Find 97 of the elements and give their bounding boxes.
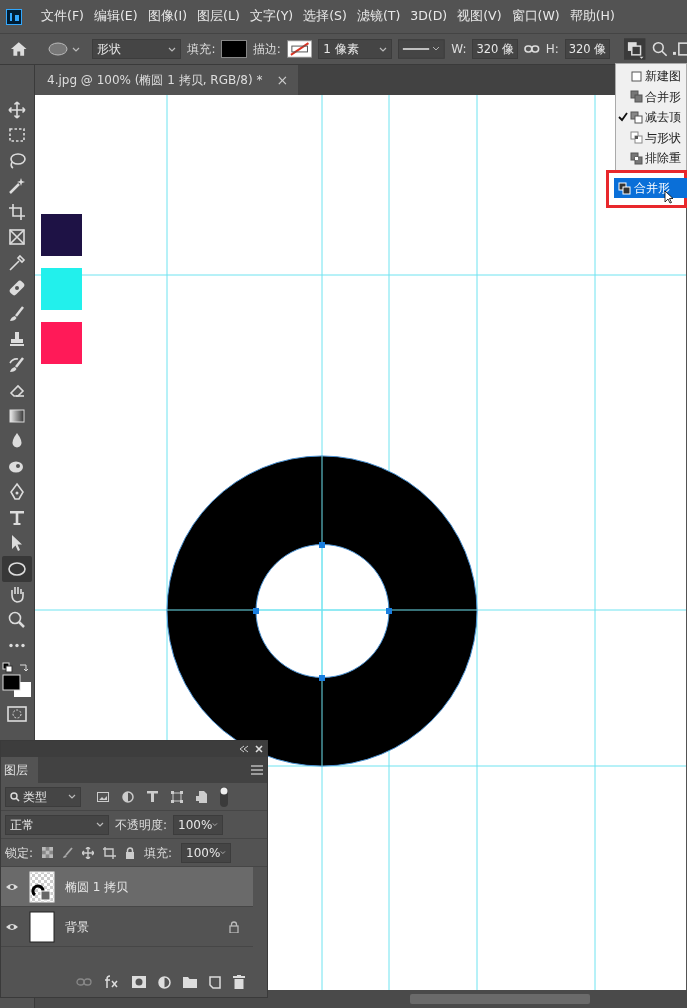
eye-icon[interactable] [5,881,19,892]
fill-label: 填充: [144,844,173,862]
stroke-label: 描边: [252,41,281,58]
scrollbar-thumb[interactable] [410,994,590,1004]
color-swatches-drawing[interactable] [2,662,32,698]
width-label: W: [451,41,467,58]
fill-swatch[interactable] [221,40,247,58]
shape-filter-icon[interactable] [171,790,183,803]
shape-operation-icon [630,151,643,165]
menu-item[interactable]: 排除重 [616,148,686,169]
stroke-width-dropdown[interactable]: 1 像素 [318,39,393,59]
eyedropper-icon [7,252,27,273]
menu-item[interactable]: 滤镜(T) [351,7,406,26]
menu-item[interactable]: 文件(F) [36,7,89,26]
lock-all-icon[interactable] [125,846,136,859]
close-tab-button[interactable]: × [276,69,289,91]
layer-row[interactable]: 椭圆 1 拷贝 [1,867,253,907]
search-icon[interactable] [651,41,668,57]
effects-icon[interactable] [104,975,120,989]
fill-input[interactable]: 100% [181,842,232,863]
shape-operation-icon [630,131,643,145]
menu-item[interactable]: 窗口(W) [506,7,565,26]
eye-icon[interactable] [5,921,19,932]
image-filter-icon[interactable] [97,791,109,802]
menu-item[interactable]: 编辑(E) [88,7,143,26]
shape-operation-icon [630,110,643,124]
more-icon [8,642,26,648]
caret-icon [212,821,219,828]
fill-label: 填充: [187,41,216,58]
ellipse-shape-icon[interactable] [47,42,68,56]
panel-icon[interactable] [673,41,687,57]
menu-item[interactable]: 视图(V) [452,7,507,26]
layer-thumbnail [29,910,55,943]
height-label: H: [545,41,559,58]
caret-icon [96,821,104,828]
width-input[interactable]: 320 像 [472,39,519,59]
caret-icon [379,45,388,53]
adjustment-filter-icon[interactable] [122,790,134,803]
frame-tool-icon [7,227,27,248]
quick-mask-icon[interactable] [7,706,27,722]
menu-item[interactable]: 帮助(H) [564,7,620,26]
caret-icon[interactable] [71,45,80,53]
pen-tool-icon [7,482,27,503]
lock-transparency-icon[interactable] [42,847,54,858]
lock-brush-icon[interactable] [62,846,74,859]
menu-item[interactable]: 文字(Y) [244,7,299,26]
collapse-icon[interactable] [239,745,249,753]
menu-item[interactable]: 图像(I) [142,7,193,26]
zoom-icon [7,609,27,630]
stroke-swatch[interactable] [286,40,313,58]
line-style-dropdown[interactable] [398,39,446,59]
new-layer-icon[interactable] [209,975,221,989]
document-tab[interactable]: 4.jpg @ 100% (椭圆 1 拷贝, RGB/8) * × [35,65,299,95]
lock-artboard-icon[interactable] [103,846,117,859]
mask-icon[interactable] [132,976,146,988]
filter-toggle[interactable] [220,786,228,807]
menu-item[interactable]: 选择(S) [298,7,352,26]
menu-item[interactable]: 新建图 [616,66,686,87]
caret-icon [168,45,177,53]
lasso-tool-icon [7,150,27,171]
menu-item[interactable]: 3D(D) [405,7,453,26]
move-tool-icon [7,99,27,120]
mode-dropdown[interactable]: 形状 [91,39,182,59]
menu-item[interactable]: 减去顶 [616,107,686,128]
shape-operation-icon [630,69,643,83]
folder-icon[interactable] [183,976,197,988]
caret-icon [220,849,227,856]
menu-icon[interactable] [251,765,263,775]
caret-icon [68,793,76,800]
menu-item[interactable]: 图层(L) [192,7,245,26]
layer-thumbnail [29,870,55,903]
merge-shapes-icon [618,181,631,195]
trash-icon[interactable] [233,975,245,989]
type-filter-icon[interactable] [147,791,158,802]
menu-item[interactable]: 与形状 [616,127,686,148]
layer-row[interactable]: 背景 [1,907,253,947]
app-logo-icon [6,8,22,25]
crop-tool-icon [7,201,27,222]
close-icon[interactable] [255,745,263,753]
opacity-label: 不透明度: [115,816,168,834]
search-icon [10,791,20,802]
smart-object-filter-icon[interactable] [196,790,207,803]
link-icon[interactable] [524,44,540,54]
path-operations-button[interactable] [624,38,646,60]
lock-position-icon[interactable] [82,846,95,859]
layers-tab[interactable]: 图层 [1,757,38,783]
home-icon[interactable] [10,41,28,57]
height-input[interactable]: 320 像 [564,39,611,59]
menu-item[interactable]: 合并形 [614,178,687,198]
blend-mode-dropdown[interactable]: 正常 [5,814,109,835]
shape-operation-icon [630,90,643,104]
lock-label: 锁定: [5,844,34,862]
opacity-input[interactable]: 100% [173,814,224,835]
tool-button[interactable] [2,556,32,582]
filter-dropdown[interactable]: 类型 [5,786,81,807]
menu-item[interactable]: 合并形 [616,86,686,107]
adjustment-layer-icon[interactable] [158,975,171,989]
